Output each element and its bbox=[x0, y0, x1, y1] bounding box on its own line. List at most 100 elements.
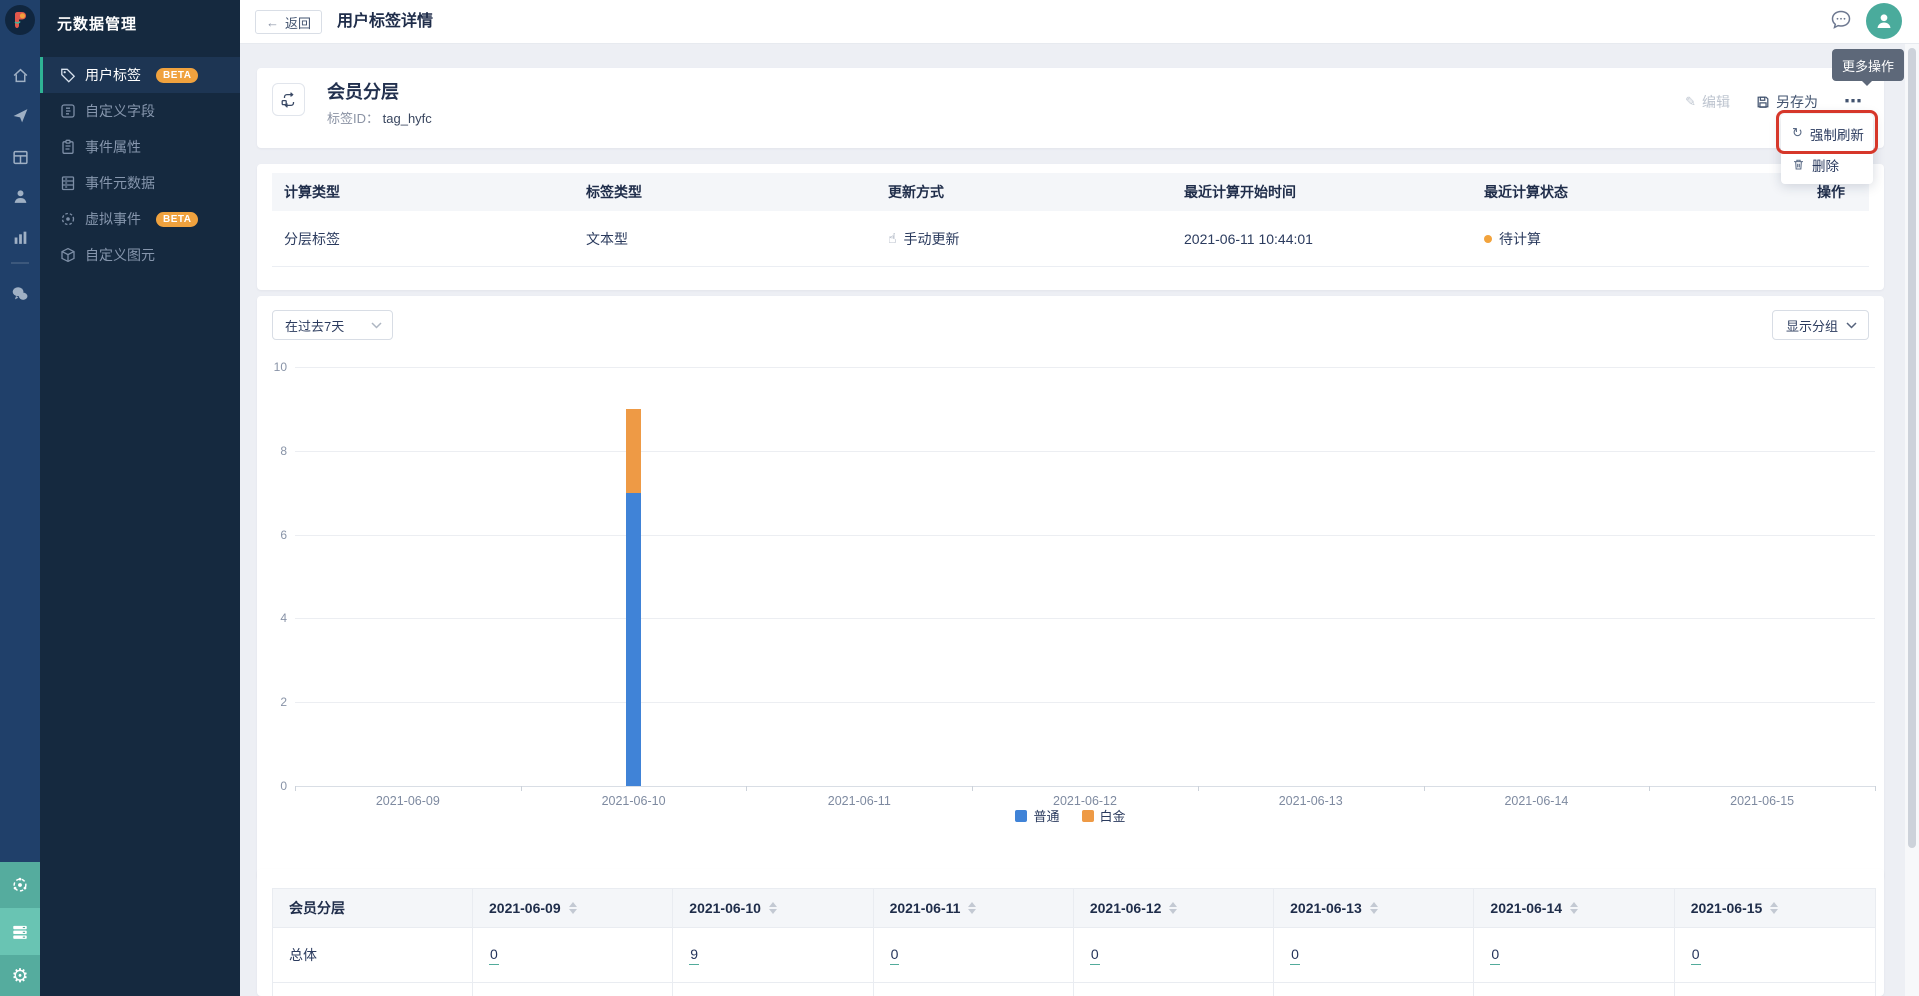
last-calc-status-value: 待计算 bbox=[1472, 229, 1772, 249]
col-date-1[interactable]: 2021-06-10 bbox=[673, 889, 874, 927]
col-date-2[interactable]: 2021-06-11 bbox=[874, 889, 1074, 927]
beta-badge: BETA bbox=[156, 211, 199, 227]
sort-icon[interactable] bbox=[1169, 902, 1178, 914]
col-operations: 操作 bbox=[1817, 184, 1845, 200]
group-table-row-total: 总体 0 9 0 0 0 0 0 bbox=[273, 927, 1875, 983]
legend-item-白金[interactable]: 白金 bbox=[1081, 806, 1126, 825]
home-icon[interactable] bbox=[0, 67, 40, 84]
x-axis-tick-mark bbox=[520, 786, 522, 791]
bar-白金 bbox=[626, 408, 642, 493]
tag-id-label: 标签ID： bbox=[327, 111, 380, 126]
sidebar-item-label: 事件元数据 bbox=[85, 175, 155, 191]
bar-chart-icon[interactable] bbox=[0, 229, 40, 246]
sort-icon[interactable] bbox=[968, 902, 977, 914]
tooltip-arrow bbox=[1861, 80, 1873, 86]
sidebar-item-label: 虚拟事件 bbox=[85, 211, 141, 227]
col-date-5[interactable]: 2021-06-14 bbox=[1474, 889, 1675, 927]
calc-type-value: 分层标签 bbox=[284, 230, 340, 247]
app-logo[interactable] bbox=[5, 5, 35, 35]
tag-type-iconbox bbox=[272, 83, 305, 116]
sidebar-title: 元数据管理 bbox=[57, 16, 138, 33]
x-axis-tick-mark bbox=[295, 786, 296, 791]
y-axis-tick: 0 bbox=[280, 779, 287, 793]
value-link-4[interactable]: 0 bbox=[1290, 946, 1300, 965]
sort-icon[interactable] bbox=[1570, 902, 1579, 914]
legend-item-普通[interactable]: 普通 bbox=[1015, 806, 1060, 825]
sidebar-item-label: 事件属性 bbox=[85, 139, 141, 155]
show-groups-button[interactable]: 显示分组 bbox=[1772, 310, 1869, 340]
sidebar-item-label: 自定义图元 bbox=[85, 247, 155, 263]
col-date-3[interactable]: 2021-06-12 bbox=[1074, 889, 1275, 927]
sidebar-item-event-metadata[interactable]: 事件元数据 bbox=[40, 165, 240, 201]
update-mode-value: ☝ 手动更新 bbox=[888, 230, 960, 247]
x-axis-tick-mark bbox=[1875, 786, 1876, 791]
value-link-3[interactable]: 0 bbox=[1089, 946, 1100, 965]
info-table-row: 分层标签 文本型 ☝ 手动更新 2021-06-11 10:44:01 待计算 bbox=[272, 211, 1869, 267]
col-date-6[interactable]: 2021-06-15 bbox=[1675, 889, 1875, 927]
sidebar-item-custom-fields[interactable]: 自定义字段 bbox=[40, 93, 240, 129]
value-link-2[interactable]: 0 bbox=[889, 946, 900, 965]
person-icon bbox=[1877, 14, 1891, 28]
edit-button[interactable]: ✎ 编辑 bbox=[1685, 92, 1730, 112]
gridline bbox=[295, 534, 1875, 536]
dashboard-icon[interactable] bbox=[0, 149, 40, 166]
beta-badge: BETA bbox=[156, 67, 199, 83]
cube-icon bbox=[60, 247, 76, 263]
list-icon bbox=[60, 175, 76, 191]
icon-rail: ⚙ bbox=[0, 0, 40, 996]
metadata-list-button[interactable] bbox=[0, 908, 40, 955]
save-icon bbox=[1756, 95, 1770, 109]
wechat-icon[interactable] bbox=[0, 285, 40, 303]
value-link-0[interactable]: 0 bbox=[489, 946, 499, 965]
date-range-value: 在过去7天 bbox=[285, 318, 345, 334]
sidebar-item-user-tags[interactable]: 用户标签 BETA bbox=[40, 57, 240, 93]
value-link-5[interactable]: 0 bbox=[1490, 946, 1501, 965]
avatar[interactable] bbox=[1866, 3, 1902, 39]
save-as-button[interactable]: 另存为 bbox=[1756, 92, 1818, 112]
tag-swap-icon bbox=[281, 91, 294, 108]
value-link-6[interactable]: 0 bbox=[1690, 946, 1701, 965]
user-icon[interactable] bbox=[0, 188, 40, 205]
ops-share-button[interactable] bbox=[0, 862, 40, 908]
sidebar-item-label: 用户标签 bbox=[85, 67, 141, 83]
col-date-4[interactable]: 2021-06-13 bbox=[1274, 889, 1475, 927]
y-axis-tick: 8 bbox=[280, 443, 287, 458]
menu-item-delete[interactable]: 删除 bbox=[1781, 149, 1873, 180]
sidebar-item-custom-primitives[interactable]: 自定义图元 bbox=[40, 237, 240, 273]
chevron-down-icon bbox=[1846, 321, 1857, 329]
col-tag-type: 标签类型 bbox=[586, 184, 642, 200]
page-title: 用户标签详情 bbox=[337, 13, 434, 30]
manual-hand-icon: ☝ bbox=[888, 230, 897, 247]
col-member-tier: 会员分层 bbox=[273, 889, 473, 927]
edit-icon: ✎ bbox=[1685, 94, 1696, 110]
feedback-chat-icon[interactable] bbox=[1828, 7, 1854, 33]
send-icon[interactable] bbox=[0, 107, 40, 124]
x-axis-tick-mark bbox=[972, 786, 974, 791]
sort-icon[interactable] bbox=[768, 902, 777, 914]
field-icon bbox=[60, 103, 76, 119]
value-link-1[interactable]: 9 bbox=[689, 946, 700, 965]
sort-icon[interactable] bbox=[1770, 902, 1779, 914]
date-range-select[interactable]: 在过去7天 bbox=[272, 310, 393, 340]
trash-icon bbox=[1792, 158, 1805, 171]
tag-type-value: 文本型 bbox=[586, 230, 628, 247]
settings-gear-button[interactable]: ⚙ bbox=[0, 955, 40, 996]
refresh-icon: ↻ bbox=[1792, 126, 1803, 141]
sidebar-item-event-properties[interactable]: 事件属性 bbox=[40, 129, 240, 165]
sort-icon[interactable] bbox=[1369, 902, 1378, 914]
more-actions-button[interactable]: ⋯ bbox=[1844, 93, 1862, 111]
menu-item-force-refresh[interactable]: ↻ 强制刷新 bbox=[1781, 118, 1873, 149]
gridline bbox=[295, 450, 1875, 452]
app-root: ⚙ 元数据管理 用户标签 BETA 自定义字段 事件属性 事件元数据 虚拟事件 … bbox=[0, 0, 1919, 996]
scrollbar-thumb[interactable] bbox=[1908, 48, 1916, 848]
col-last-calc-status: 最近计算状态 bbox=[1484, 184, 1568, 200]
col-update-mode: 更新方式 bbox=[888, 184, 944, 200]
sidebar-item-virtual-events[interactable]: 虚拟事件 BETA bbox=[40, 201, 240, 237]
back-label: 返回 bbox=[285, 15, 312, 31]
sort-icon[interactable] bbox=[568, 902, 577, 914]
legend-swatch bbox=[1081, 809, 1094, 822]
back-arrow-icon: ← bbox=[266, 14, 279, 30]
x-axis-tick-mark bbox=[1423, 786, 1425, 791]
col-date-0[interactable]: 2021-06-09 bbox=[473, 889, 674, 927]
back-button[interactable]: ← 返回 bbox=[255, 10, 323, 34]
